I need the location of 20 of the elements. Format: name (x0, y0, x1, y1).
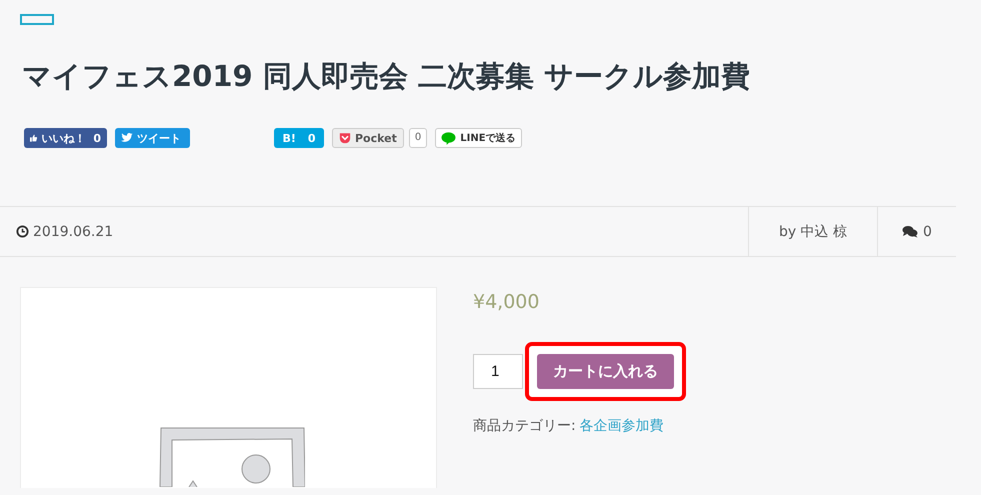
post-author[interactable]: by 中込 椋 (778, 222, 848, 240)
chat-bubble-icon (441, 132, 456, 144)
line-share-button[interactable]: LINEで送る (435, 128, 522, 148)
thumbs-up-icon (30, 132, 38, 144)
share-count: 0 (408, 128, 428, 148)
add-to-cart-button[interactable]: カートに入れる (537, 354, 674, 389)
image-placeholder-icon (159, 427, 305, 487)
bird-icon (121, 132, 133, 144)
pocket-icon (339, 132, 351, 144)
comment-count[interactable]: 0 (923, 224, 932, 240)
post-date: 2019.06.21 (33, 224, 114, 240)
pocket-button[interactable]: Pocket (332, 128, 404, 148)
product-price: ¥4,000 (473, 291, 540, 313)
comments-icon (902, 225, 918, 238)
quantity-field[interactable]: 1 (473, 354, 523, 389)
post-title: マイフェス2019 同人即売会 二次募集 サークル参加費 (22, 58, 752, 94)
clock-icon (16, 225, 29, 238)
category-label: 商品カテゴリー: (473, 418, 576, 434)
category-tag (20, 14, 54, 25)
like-button[interactable]: いいね！ 0 (24, 128, 107, 148)
